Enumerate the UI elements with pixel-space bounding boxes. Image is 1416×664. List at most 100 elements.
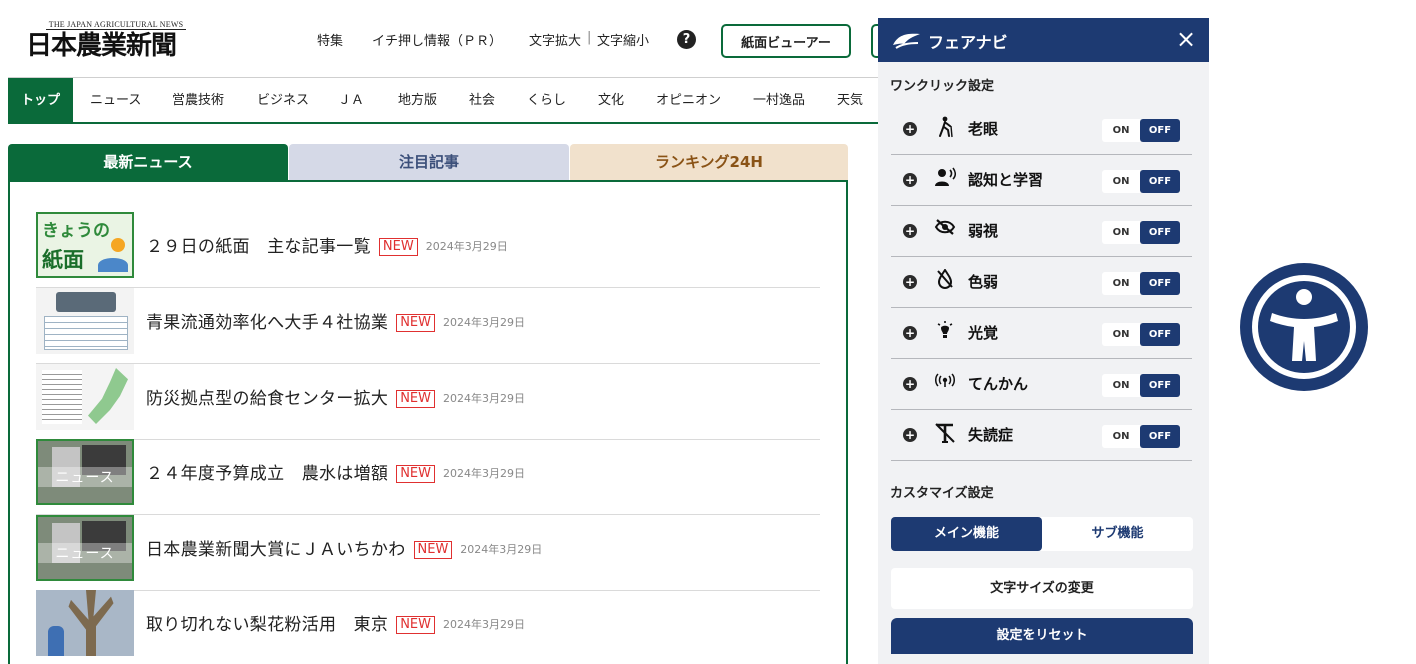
news-thumbnail[interactable]: ニュース: [36, 515, 134, 581]
nav-item-weather[interactable]: 天気: [837, 78, 863, 123]
nav-item-news[interactable]: ニュース: [90, 78, 141, 123]
news-item[interactable]: 取り切れない梨花粉活用 東京 NEW 2024年3月29日: [36, 590, 820, 664]
toggle-on[interactable]: ON: [1102, 170, 1140, 193]
toggle-off[interactable]: OFF: [1140, 374, 1180, 397]
mode-toggle[interactable]: ON OFF: [1102, 221, 1180, 244]
mode-row-light-sensitivity[interactable]: + 光覚 ON OFF: [891, 308, 1192, 359]
news-title[interactable]: ２９日の紙面 主な記事一覧: [146, 237, 371, 257]
toggle-on[interactable]: ON: [1102, 272, 1140, 295]
tab-main-features[interactable]: メイン機能: [891, 517, 1042, 551]
walking-cane-icon: [933, 116, 957, 140]
news-item[interactable]: ニュース ２４年度予算成立 農水は増額 NEW 2024年3月29日: [36, 439, 820, 515]
nav-item-top[interactable]: トップ: [8, 78, 73, 123]
news-title-line[interactable]: 防災拠点型の給食センター拡大 NEW 2024年3月29日: [146, 384, 525, 409]
nav-item-life[interactable]: くらし: [527, 78, 566, 123]
news-title[interactable]: 取り切れない梨花粉活用 東京: [146, 615, 388, 635]
news-thumbnail[interactable]: [36, 590, 134, 656]
news-title[interactable]: ２４年度予算成立 農水は増額: [146, 464, 388, 484]
news-title[interactable]: 日本農業新聞大賞にＪＡいちかわ: [146, 540, 406, 560]
toggle-off[interactable]: OFF: [1140, 170, 1180, 193]
text-slash-icon: [933, 422, 957, 446]
mode-row-epilepsy[interactable]: + てんかん ON OFF: [891, 359, 1192, 410]
mode-row-low-vision[interactable]: + 弱視 ON OFF: [891, 206, 1192, 257]
lightbulb-icon: [933, 320, 957, 344]
plus-circle-icon[interactable]: +: [903, 275, 917, 289]
plus-circle-icon[interactable]: +: [903, 173, 917, 187]
nav-item-farming[interactable]: 営農技術: [172, 78, 224, 123]
toggle-off[interactable]: OFF: [1140, 119, 1180, 142]
tab-featured[interactable]: 注目記事: [289, 144, 569, 181]
mode-toggle[interactable]: ON OFF: [1102, 119, 1180, 142]
mode-toggle[interactable]: ON OFF: [1102, 374, 1180, 397]
plus-circle-icon[interactable]: +: [903, 326, 917, 340]
mode-label: 光覚: [968, 324, 999, 342]
tab-ranking[interactable]: ランキング24H: [570, 144, 848, 181]
plus-circle-icon[interactable]: +: [903, 224, 917, 238]
news-item[interactable]: ニュース 日本農業新聞大賞にＪＡいちかわ NEW 2024年3月29日: [36, 515, 820, 591]
eye-slash-icon: [933, 218, 957, 242]
nav-item-local-products[interactable]: 一村逸品: [753, 78, 805, 123]
news-thumbnail[interactable]: ニュース: [36, 439, 134, 505]
plus-circle-icon[interactable]: +: [903, 428, 917, 442]
pr-link[interactable]: イチ押し情報（ＰＲ）: [372, 30, 502, 49]
news-item[interactable]: 防災拠点型の給食センター拡大 NEW 2024年3月29日: [36, 364, 820, 440]
news-title-line[interactable]: 青果流通効率化へ大手４社協業 NEW 2024年3月29日: [146, 308, 525, 333]
site-logo[interactable]: THE JAPAN AGRICULTURAL NEWS 日本農業新聞: [26, 20, 186, 62]
news-item[interactable]: きょうの 紙面 ２９日の紙面 主な記事一覧 NEW 2024年3月29日: [36, 212, 820, 288]
nav-item-culture[interactable]: 文化: [598, 78, 624, 123]
mode-toggle[interactable]: ON OFF: [1102, 323, 1180, 346]
news-title[interactable]: 防災拠点型の給食センター拡大: [146, 389, 388, 409]
nav-item-opinion[interactable]: オピニオン: [656, 78, 721, 123]
toggle-on[interactable]: ON: [1102, 425, 1140, 448]
tab-sub-features[interactable]: サブ機能: [1042, 517, 1193, 551]
toggle-on[interactable]: ON: [1102, 119, 1140, 142]
mode-label: てんかん: [968, 375, 1029, 393]
mode-row-cognitive[interactable]: + 認知と学習 ON OFF: [891, 155, 1192, 206]
mode-row-presbyopia[interactable]: + 老眼 ON OFF: [891, 104, 1192, 155]
nav-item-society[interactable]: 社会: [469, 78, 495, 123]
nav-item-ja[interactable]: ＪＡ: [338, 78, 364, 123]
news-title-line[interactable]: 取り切れない梨花粉活用 東京 NEW 2024年3月29日: [146, 610, 525, 635]
mode-toggle[interactable]: ON OFF: [1102, 425, 1180, 448]
toggle-off[interactable]: OFF: [1140, 425, 1180, 448]
mode-toggle[interactable]: ON OFF: [1102, 272, 1180, 295]
news-title-line[interactable]: ２４年度予算成立 農水は増額 NEW 2024年3月29日: [146, 459, 525, 484]
customize-settings-title: カスタマイズ設定: [890, 486, 994, 501]
toggle-off[interactable]: OFF: [1140, 221, 1180, 244]
text-enlarge-link[interactable]: 文字拡大: [529, 30, 581, 49]
news-thumbnail[interactable]: [36, 288, 134, 354]
photo-people: [56, 292, 116, 312]
news-thumbnail[interactable]: [36, 364, 134, 430]
nav-item-business[interactable]: ビジネス: [257, 78, 309, 123]
mode-row-dyslexia[interactable]: + 失読症 ON OFF: [891, 410, 1192, 461]
news-thumbnail-todays-paper[interactable]: きょうの 紙面: [36, 212, 134, 278]
plus-circle-icon[interactable]: +: [903, 122, 917, 136]
toggle-off[interactable]: OFF: [1140, 272, 1180, 295]
mode-toggle[interactable]: ON OFF: [1102, 170, 1180, 193]
accessibility-icon[interactable]: [1238, 261, 1370, 393]
mode-row-color-weakness[interactable]: + 色弱 ON OFF: [891, 257, 1192, 308]
reset-settings-button[interactable]: 設定をリセット: [891, 618, 1193, 654]
help-icon[interactable]: ?: [677, 30, 696, 49]
news-item[interactable]: 青果流通効率化へ大手４社協業 NEW 2024年3月29日: [36, 288, 820, 364]
news-title[interactable]: 青果流通効率化へ大手４社協業: [146, 313, 388, 333]
toggle-off[interactable]: OFF: [1140, 323, 1180, 346]
paper-viewer-button[interactable]: 紙面ビューアー: [721, 24, 851, 58]
text-shrink-link[interactable]: 文字縮小: [597, 30, 649, 49]
toggle-on[interactable]: ON: [1102, 221, 1140, 244]
plus-circle-icon[interactable]: +: [903, 377, 917, 391]
mode-label: 色弱: [968, 273, 999, 291]
news-title-line[interactable]: 日本農業新聞大賞にＪＡいちかわ NEW 2024年3月29日: [146, 535, 542, 560]
news-title-line[interactable]: ２９日の紙面 主な記事一覧 NEW 2024年3月29日: [146, 232, 508, 257]
nav-item-regional[interactable]: 地方版: [398, 78, 437, 123]
close-icon[interactable]: ×: [1171, 24, 1201, 54]
tab-latest-news[interactable]: 最新ニュース: [8, 144, 288, 181]
news-date: 2024年3月29日: [460, 543, 543, 556]
news-date: 2024年3月29日: [443, 618, 525, 631]
toggle-on[interactable]: ON: [1102, 374, 1140, 397]
mode-label: 弱視: [968, 222, 999, 240]
special-link[interactable]: 特集: [317, 30, 343, 49]
category-nav: トップ ニュース 営農技術 ビジネス ＪＡ 地方版 社会 くらし 文化 オピニオ…: [8, 77, 878, 124]
toggle-on[interactable]: ON: [1102, 323, 1140, 346]
change-text-size-button[interactable]: 文字サイズの変更: [891, 568, 1193, 609]
